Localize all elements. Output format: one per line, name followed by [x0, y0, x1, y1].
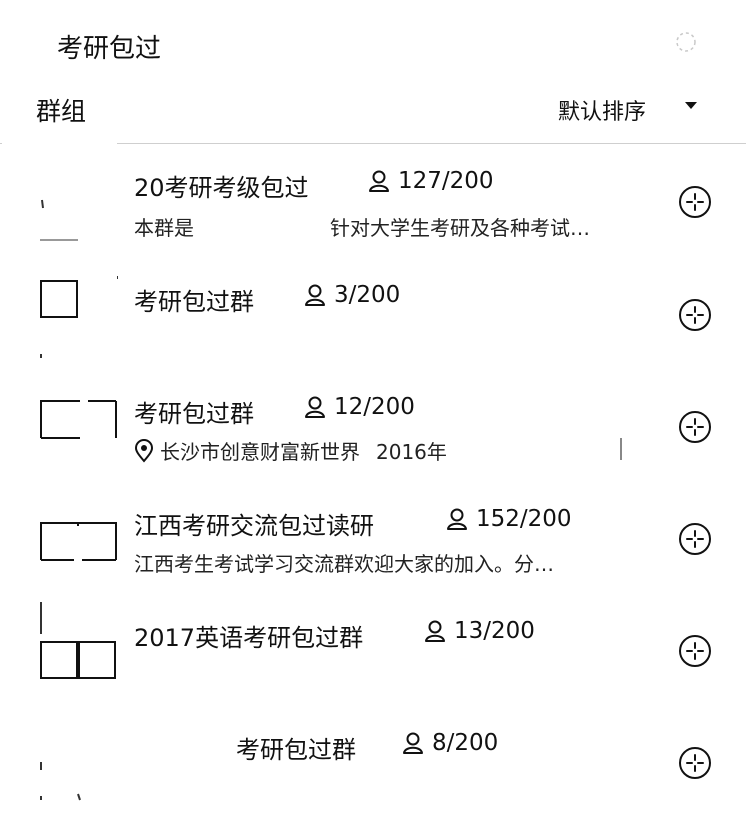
group-name: 20考研考级包过 — [134, 174, 309, 202]
group-row[interactable]: 20考研考级包过 127/200 本群是 针对大学生考研及各种考试… — [0, 148, 746, 260]
group-name: 2017英语考研包过群 — [134, 624, 364, 652]
section-label-groups[interactable]: 群组 — [36, 92, 86, 128]
group-name: 考研包过群 — [236, 736, 356, 764]
add-group-icon[interactable] — [678, 522, 712, 556]
group-avatar — [40, 602, 116, 679]
member-count: 152/200 — [446, 506, 572, 532]
add-group-icon[interactable] — [678, 298, 712, 332]
chevron-down-icon[interactable] — [684, 100, 698, 110]
person-icon — [403, 732, 423, 754]
group-description: 本群是 针对大学生考研及各种考试… — [134, 216, 590, 240]
group-avatar — [40, 276, 118, 358]
group-row[interactable]: 考研包过群 12/200 长沙市创意财富新世界 2016年 — [0, 374, 746, 486]
group-location: 长沙市创意财富新世界 2016年 — [134, 436, 447, 465]
sort-dropdown[interactable]: 默认排序 — [558, 94, 646, 126]
group-row[interactable]: 考研包过群 8/200 — [0, 710, 746, 822]
member-count: 8/200 — [402, 730, 498, 756]
person-icon — [305, 284, 325, 306]
add-group-icon[interactable] — [678, 634, 712, 668]
page-title: 考研包过 — [57, 34, 162, 64]
group-avatar — [40, 199, 78, 241]
group-avatar — [40, 522, 117, 561]
member-count: 13/200 — [424, 618, 535, 644]
loading-icon[interactable] — [674, 30, 698, 54]
group-row[interactable]: 2017英语考研包过群 13/200 — [0, 598, 746, 710]
add-group-icon[interactable] — [678, 746, 712, 780]
member-count: 127/200 — [368, 168, 494, 194]
add-group-icon[interactable] — [678, 410, 712, 444]
group-row[interactable]: 考研包过群 3/200 — [0, 262, 746, 374]
add-group-icon[interactable] — [678, 185, 712, 219]
person-icon — [305, 396, 325, 418]
group-description: 江西考生考试学习交流群欢迎大家的加入。分… — [134, 552, 554, 576]
group-name: 考研包过群 — [134, 288, 254, 316]
person-icon — [369, 170, 389, 192]
person-icon — [447, 508, 467, 530]
group-name: 江西考研交流包过读研 — [134, 512, 374, 540]
text-cursor — [620, 438, 622, 460]
group-row[interactable]: 江西考研交流包过读研 152/200 江西考生考试学习交流群欢迎大家的加入。分… — [0, 486, 746, 598]
person-icon — [425, 620, 445, 642]
group-avatar — [40, 762, 81, 801]
member-count: 3/200 — [304, 282, 400, 308]
member-count: 12/200 — [304, 394, 415, 420]
location-pin-icon — [134, 438, 154, 463]
group-name: 考研包过群 — [134, 400, 254, 428]
group-avatar — [40, 400, 117, 439]
